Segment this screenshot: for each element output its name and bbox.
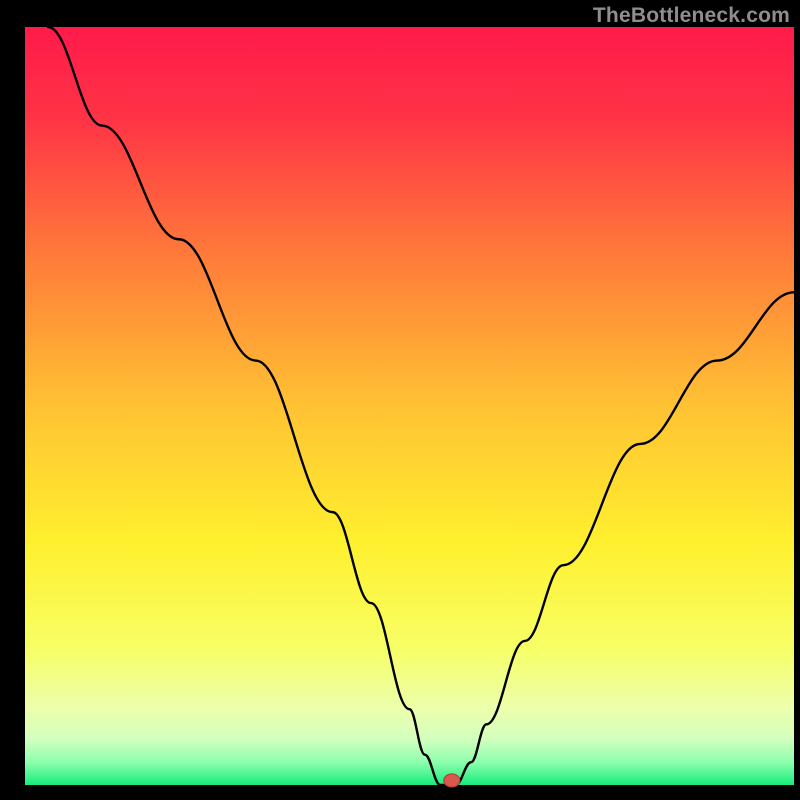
chart-frame: TheBottleneck.com bbox=[0, 0, 800, 800]
minimum-marker bbox=[444, 774, 460, 787]
chart-svg bbox=[0, 0, 800, 800]
plot-background bbox=[25, 27, 794, 785]
watermark-text: TheBottleneck.com bbox=[593, 4, 790, 28]
